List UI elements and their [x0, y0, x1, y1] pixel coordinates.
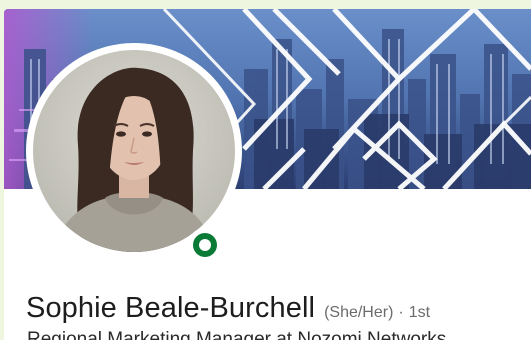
online-status-icon [188, 228, 222, 262]
profile-name-row: Sophie Beale-Burchell (She/Her) · 1st [26, 292, 430, 325]
profile-headline: Regional Marketing Manager at Nozomi Net… [27, 329, 447, 340]
status-ring [193, 233, 217, 257]
separator-dot: · [398, 304, 404, 321]
avatar[interactable] [33, 50, 235, 252]
connection-degree: 1st [408, 304, 431, 321]
profile-name: Sophie Beale-Burchell [26, 292, 316, 324]
profile-card: Sophie Beale-Burchell (She/Her) · 1st Re… [4, 9, 531, 340]
avatar-frame[interactable] [26, 43, 242, 259]
profile-pronouns: (She/Her) [324, 304, 394, 321]
profile-photo-image [33, 50, 235, 252]
page-frame: Sophie Beale-Burchell (She/Her) · 1st Re… [0, 0, 531, 340]
